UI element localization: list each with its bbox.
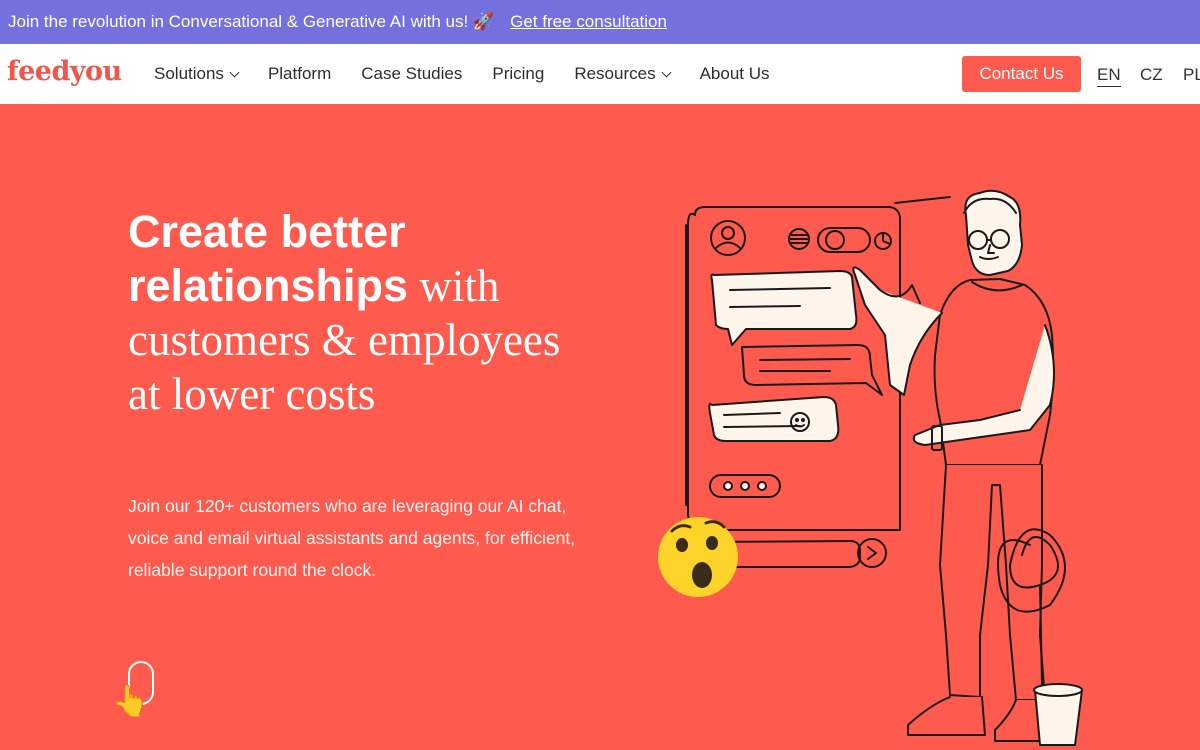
nav-item-about-us[interactable]: About Us [700, 64, 770, 84]
nav-item-label: Pricing [492, 64, 545, 83]
hero-headline: Create better relationships with custome… [128, 205, 648, 421]
headline-line-4: at lower costs [128, 369, 376, 419]
promo-text: Join the revolution in Conversational & … [8, 12, 495, 31]
nav-item-label: About Us [699, 64, 770, 83]
nav-item-label: Platform [267, 64, 332, 83]
chevron-down-icon [661, 67, 672, 77]
nav-item-case-studies[interactable]: Case Studies [361, 64, 462, 84]
nav-item-label: Solutions [154, 64, 224, 83]
language-cz[interactable]: CZ [1140, 65, 1163, 85]
nav-item-platform[interactable]: Platform [268, 64, 331, 84]
pointing-hand-emoji: 👆 [112, 685, 150, 718]
nav-item-label: Case Studies [361, 64, 463, 83]
language-en[interactable]: EN [1097, 65, 1121, 87]
promo-banner: Join the revolution in Conversational & … [0, 0, 1200, 44]
top-navigation: feedyou Solutions Platform Case Studies … [0, 44, 1200, 104]
nav-item-pricing[interactable]: Pricing [492, 64, 544, 84]
headline-serif-word: with [408, 261, 500, 311]
headline-bold-word: relationships [128, 260, 409, 311]
hero-illustration [658, 189, 1083, 746]
main-menu: Solutions Platform Case Studies Pricing … [154, 44, 800, 104]
nav-item-solutions[interactable]: Solutions [154, 64, 240, 84]
free-consultation-link[interactable]: Get free consultation [510, 12, 667, 32]
language-pl[interactable]: PL [1183, 65, 1200, 85]
contact-us-button[interactable]: Contact Us [962, 56, 1081, 92]
nav-item-resources[interactable]: Resources [574, 64, 672, 84]
headline-line-3: customers & employees [128, 315, 561, 365]
feedyou-logo[interactable]: feedyou [7, 56, 122, 87]
headline-line-1: Create better [128, 206, 406, 257]
surprised-face-emoji [658, 517, 738, 597]
hero-subtitle: Join our 120+ customers who are leveragi… [128, 496, 576, 580]
chevron-down-icon [229, 67, 240, 77]
nav-item-label: Resources [574, 64, 656, 83]
